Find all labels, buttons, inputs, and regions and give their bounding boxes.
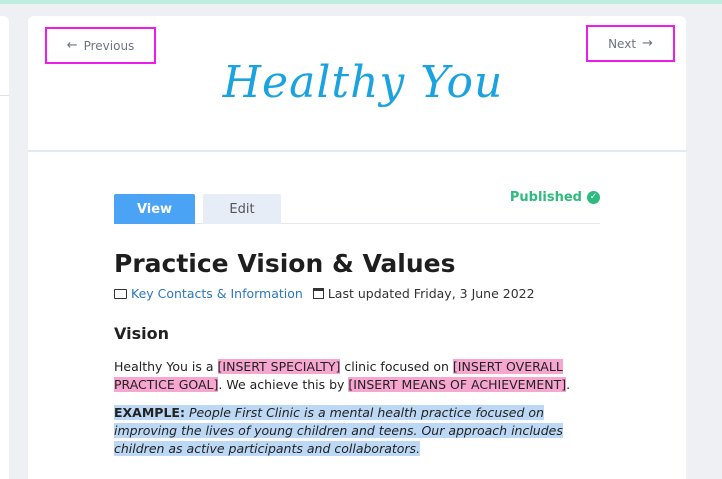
top-strip [0,0,722,4]
vision-text: . [566,377,571,392]
divider [0,95,9,96]
example-label: EXAMPLE: [114,405,185,420]
page-card: ← Previous Healthy You Next → View Edit … [28,16,686,479]
page-meta: Key Contacts & Information Last updated … [114,286,535,301]
last-updated: Last updated Friday, 3 June 2022 [327,286,535,301]
vision-text: . We achieve this by [218,377,349,392]
logo: Healthy You [222,57,504,108]
vision-text: Healthy You is a [114,359,218,374]
example-paragraph: EXAMPLE: People First Clinic is a mental… [114,404,600,458]
placeholder-specialty: [INSERT SPECIALTY] [217,359,341,374]
category-link[interactable]: Key Contacts & Information [131,286,303,301]
arrow-left-icon: ← [66,38,78,53]
check-circle-icon: ✓ [587,191,600,204]
previous-label: Previous [83,38,135,53]
main-content: View Edit Published ✓ Practice Vision & … [114,190,600,456]
vision-text: clinic focused on [340,359,453,374]
status-label: Published [509,190,582,205]
vision-paragraph: Healthy You is a [INSERT SPECIALTY] clin… [114,358,600,394]
section-heading-vision: Vision [114,324,169,343]
calendar-icon [312,288,324,299]
tab-bar: View Edit Published ✓ [114,190,600,224]
placeholder-means: [INSERT MEANS OF ACHIEVEMENT] [348,377,567,392]
previous-button[interactable]: ← Previous [45,27,156,64]
next-button[interactable]: Next → [586,25,675,62]
arrow-right-icon: → [642,36,653,51]
status-badge: Published ✓ [510,190,600,205]
page-title: Practice Vision & Values [114,249,456,278]
left-panel [0,16,9,479]
tab-edit[interactable]: Edit [203,194,281,224]
folder-icon [114,288,127,299]
tab-view[interactable]: View [114,194,195,224]
next-label: Next [608,36,637,51]
page-header: ← Previous Healthy You Next → [28,16,686,152]
